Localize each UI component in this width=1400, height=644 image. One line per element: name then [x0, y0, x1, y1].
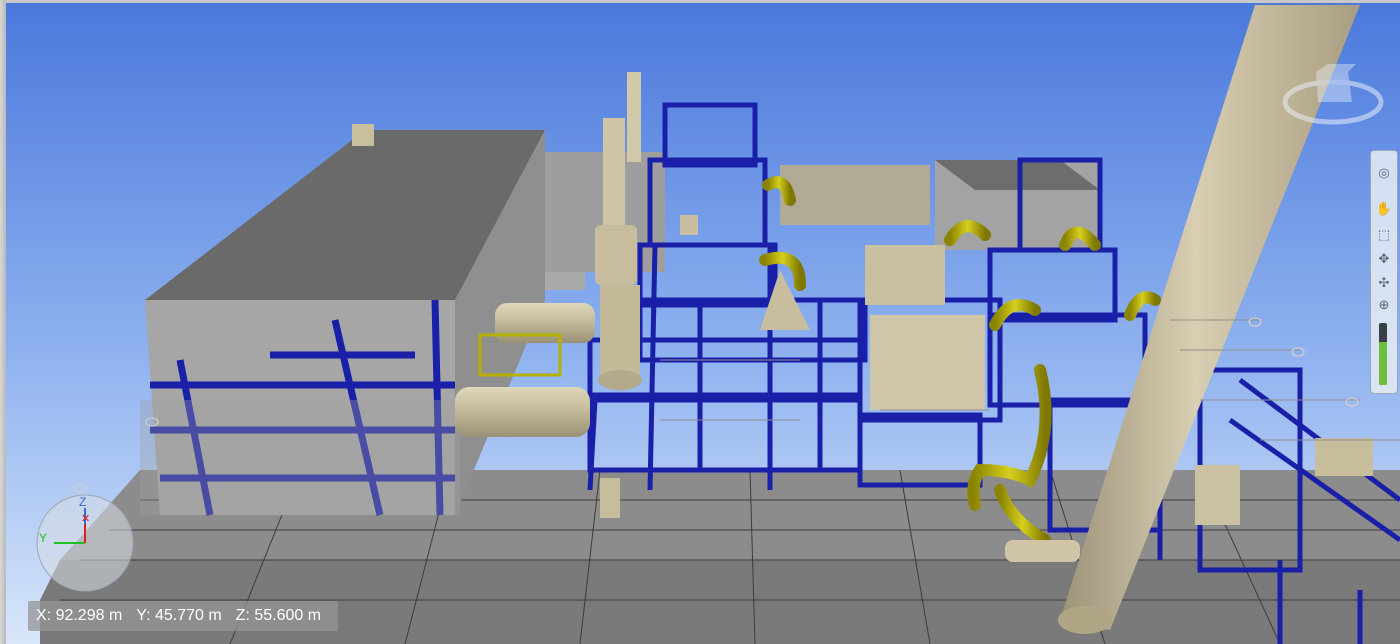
walk-icon[interactable]: ⊕	[1374, 295, 1394, 315]
axis-compass: Z Y ✕	[36, 494, 134, 592]
svg-text:✕: ✕	[81, 513, 90, 525]
z-axis-label: Z	[79, 495, 86, 509]
coordinate-z: Z: 55.600 m	[235, 607, 322, 624]
look-icon[interactable]: ✣	[1374, 273, 1394, 293]
coordinate-y: Y: 45.770 m	[136, 607, 222, 624]
process-vessel	[600, 285, 640, 380]
plant-model-scene[interactable]	[0, 0, 1400, 644]
zoom-window-icon[interactable]: ⬚	[1374, 225, 1394, 245]
window-frame-top	[0, 0, 1400, 3]
baghouse-filter	[870, 315, 985, 410]
navigation-toolbar: ◎ ✋ ⬚ ✥ ✣ ⊕	[1370, 150, 1398, 394]
coordinate-x: X: 92.298 m	[36, 607, 123, 624]
coordinate-readout: X: 92.298 m Y: 45.770 m Z: 55.600 m	[28, 601, 338, 631]
zoom-slider[interactable]	[1379, 323, 1387, 385]
rotary-kiln-lower	[455, 387, 590, 437]
pan-hand-icon[interactable]: ✋	[1374, 199, 1394, 219]
exhaust-stack	[627, 72, 641, 162]
viewcube-icon[interactable]	[1278, 60, 1388, 130]
window-frame-left	[0, 0, 6, 644]
steering-wheel-icon[interactable]: ◎	[1374, 163, 1394, 183]
3d-model-viewport[interactable]: Z Y ✕	[0, 0, 1400, 644]
rotary-kiln-upper	[495, 303, 595, 343]
y-axis-label: Y	[39, 531, 47, 545]
orbit-icon[interactable]: ✥	[1374, 249, 1394, 269]
zoom-slider-fill	[1379, 341, 1387, 385]
